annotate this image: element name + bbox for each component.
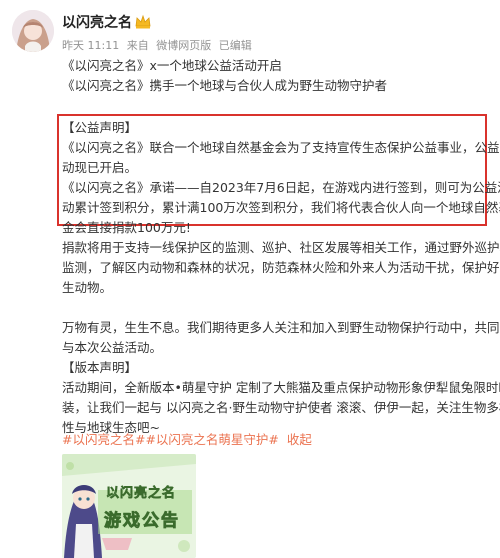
avatar[interactable]	[12, 10, 54, 52]
version-line: 活动期间，全新版本•萌星守护 定制了大熊猫及重点保护动物形象伊犁鼠兔限时时	[62, 380, 500, 395]
image-subtitle: 游戏公告	[104, 511, 180, 532]
post-time[interactable]: 昨天 11:11	[62, 39, 119, 52]
version-line: 装，让我们一起与 以闪亮之名·野生动物守护使者 滚滚、伊伊一起，关注生物多样	[62, 400, 500, 415]
closing-line: 与本次公益活动。	[62, 340, 163, 355]
charity-line: 动现已开启。	[62, 160, 138, 175]
source-prefix: 来自	[126, 39, 149, 52]
charity-line: 《以闪亮之名》联合一个地球自然基金会为了支持宣传生态保护公益事业，公益活	[62, 140, 500, 155]
closing-line: 万物有灵，生生不息。我们期待更多人关注和加入到野生动物保护行动中，共同参	[62, 320, 500, 335]
closing-paragraph: 万物有灵，生生不息。我们期待更多人关注和加入到野生动物保护行动中，共同参 与本次…	[62, 318, 500, 438]
charity-line: 金会直接捐款100万元!	[62, 220, 191, 235]
hashtag-link[interactable]: #以闪亮之名#	[62, 432, 145, 447]
charity-line: 动累计签到积分，累计满100万次签到积分，我们将代表合伙人向一个地球自然基	[62, 200, 500, 215]
post-image-thumbnail[interactable]: 以闪亮之名 游戏公告	[62, 454, 196, 558]
charity-line: 《以闪亮之名》承诺——自2023年7月6日起，在游戏内进行签到，则可为公益活	[62, 180, 500, 195]
donation-line: 监测，了解区内动物和森林的状况，防范森林火险和外来人为活动干扰，保护好野	[62, 260, 500, 275]
hashtag-link[interactable]: #以闪亮之名萌星守护#	[145, 432, 278, 447]
collapse-link[interactable]: 收起	[287, 432, 312, 447]
post-intro: 《以闪亮之名》x一个地球公益活动开启 《以闪亮之名》携手一个地球与合伙人成为野生…	[62, 56, 488, 96]
charity-statement: 【公益声明】 《以闪亮之名》联合一个地球自然基金会为了支持宣传生态保护公益事业，…	[62, 118, 500, 238]
edited-label[interactable]: 已编辑	[219, 39, 252, 52]
charity-heading: 【公益声明】	[62, 120, 138, 135]
intro-line-1: 《以闪亮之名》x一个地球公益活动开启	[62, 58, 282, 73]
donation-line: 捐款将用于支持一线保护区的监测、巡护、社区发展等相关工作，通过野外巡护和	[62, 240, 500, 255]
weibo-post-card: 以闪亮之名 昨天 11:11 来自 微博网页版 已编辑 《以闪亮之名》x一个地球…	[0, 0, 500, 558]
username[interactable]: 以闪亮之名	[62, 14, 132, 32]
hashtag-row: #以闪亮之名##以闪亮之名萌星守护# 收起	[62, 430, 312, 450]
donation-paragraph: 捐款将用于支持一线保护区的监测、巡护、社区发展等相关工作，通过野外巡护和 监测，…	[62, 238, 500, 298]
donation-line: 生动物。	[62, 280, 113, 295]
version-heading: 【版本声明】	[62, 360, 138, 375]
crown-badge-icon	[135, 14, 151, 29]
post-meta: 昨天 11:11 来自 微博网页版 已编辑	[62, 38, 256, 54]
post-source: 微博网页版	[156, 39, 212, 52]
intro-line-2: 《以闪亮之名》携手一个地球与合伙人成为野生动物守护者	[62, 78, 388, 93]
image-title: 以闪亮之名	[106, 486, 177, 502]
